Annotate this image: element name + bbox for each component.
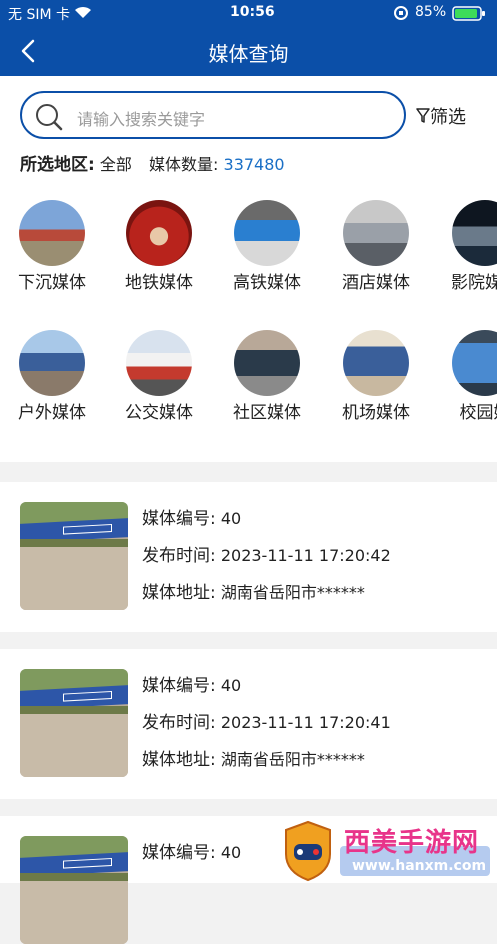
media-thumbnail — [20, 836, 128, 944]
rotation-lock-icon — [393, 5, 409, 25]
campus-media-icon — [452, 330, 497, 396]
publish-time: 2023-11-11 17:20:42 — [220, 546, 391, 565]
media-card[interactable]: 媒体编号: 40 发布时间: 2023-11-11 17:20:41 媒体地址:… — [0, 649, 497, 799]
search-input[interactable]: 请输入搜索关键字 — [20, 91, 406, 139]
carrier-text: 无 SIM 卡 — [8, 7, 70, 23]
watermark-subtext: www.hanxm.com — [352, 858, 487, 874]
cinema-media-icon — [452, 200, 497, 266]
media-count: 337480 — [223, 155, 285, 174]
category-cinema[interactable]: 影院媒体 — [430, 200, 497, 293]
category-label: 下沉媒体 — [18, 273, 86, 293]
airport-media-icon — [343, 330, 409, 396]
filter-label: 筛选 — [430, 107, 466, 128]
status-bar: 无 SIM 卡 10:56 85% — [0, 0, 497, 26]
region-label: 所选地区: — [20, 155, 95, 175]
category-label: 酒店媒体 — [342, 273, 410, 293]
time-label: 发布时间: — [142, 713, 216, 733]
category-label: 户外媒体 — [18, 403, 86, 423]
code-label: 媒体编号: — [142, 843, 216, 863]
category-hotel[interactable]: 酒店媒体 — [321, 200, 431, 293]
highspeed-rail-media-icon — [234, 200, 300, 266]
category-airport[interactable]: 机场媒体 — [321, 330, 431, 423]
media-thumbnail — [20, 502, 128, 610]
category-label: 影院媒体 — [451, 273, 497, 293]
funnel-icon — [416, 108, 430, 123]
media-code: 40 — [220, 509, 242, 528]
time-label: 发布时间: — [142, 546, 216, 566]
search-placeholder: 请输入搜索关键字 — [77, 110, 206, 129]
category-subway[interactable]: 地铁媒体 — [104, 200, 214, 293]
category-campus[interactable]: 校园媒 — [430, 330, 497, 423]
media-card[interactable]: 媒体编号: 40 发布时间: 2023-11-11 17:20:42 媒体地址:… — [0, 482, 497, 632]
media-code: 40 — [220, 676, 242, 695]
filter-button[interactable]: 筛选 — [416, 103, 466, 129]
community-media-icon — [234, 330, 300, 396]
category-grid: 下沉媒体 地铁媒体 高铁媒体 酒店媒体 影院媒体 户外媒体 公交媒体 社区媒体 … — [0, 194, 497, 462]
media-address: 湖南省岳阳市****** — [220, 583, 365, 602]
media-code: 40 — [220, 843, 242, 862]
media-thumbnail — [20, 669, 128, 777]
category-label: 地铁媒体 — [125, 273, 193, 293]
category-community[interactable]: 社区媒体 — [212, 330, 322, 423]
category-label: 机场媒体 — [342, 403, 410, 423]
region-value[interactable]: 全部 — [100, 155, 132, 174]
address-label: 媒体地址: — [142, 750, 216, 770]
battery-icon — [452, 6, 486, 25]
outdoor-media-icon — [19, 330, 85, 396]
category-outdoor[interactable]: 户外媒体 — [0, 330, 107, 423]
media-count-label: 媒体数量: — [149, 155, 219, 174]
sinking-media-icon — [19, 200, 85, 266]
page-title: 媒体查询 — [208, 42, 289, 66]
search-icon — [36, 104, 63, 131]
battery-percent: 85% — [415, 4, 447, 20]
publish-time: 2023-11-11 17:20:41 — [220, 713, 391, 732]
code-label: 媒体编号: — [142, 676, 216, 696]
watermark-text: 西美手游网 — [344, 828, 480, 858]
category-label: 社区媒体 — [233, 403, 301, 423]
category-label: 公交媒体 — [125, 403, 193, 423]
category-bus[interactable]: 公交媒体 — [104, 330, 214, 423]
region-summary: 所选地区: 全部 媒体数量: 337480 — [20, 150, 285, 175]
watermark-logo: 西美手游网 www.hanxm.com — [280, 818, 497, 883]
wifi-icon — [74, 5, 92, 23]
code-label: 媒体编号: — [142, 509, 216, 529]
bus-media-icon — [126, 330, 192, 396]
category-highspeed-rail[interactable]: 高铁媒体 — [212, 200, 322, 293]
category-label: 校园媒 — [459, 403, 497, 423]
search-panel: 请输入搜索关键字 筛选 所选地区: 全部 媒体数量: 337480 — [0, 76, 497, 194]
hotel-media-icon — [343, 200, 409, 266]
media-address: 湖南省岳阳市****** — [220, 750, 365, 769]
clock: 10:56 — [230, 4, 275, 20]
subway-media-icon — [126, 200, 192, 266]
category-sinking[interactable]: 下沉媒体 — [0, 200, 107, 293]
nav-bar: 媒体查询 — [0, 26, 497, 76]
address-label: 媒体地址: — [142, 583, 216, 603]
category-label: 高铁媒体 — [233, 273, 301, 293]
